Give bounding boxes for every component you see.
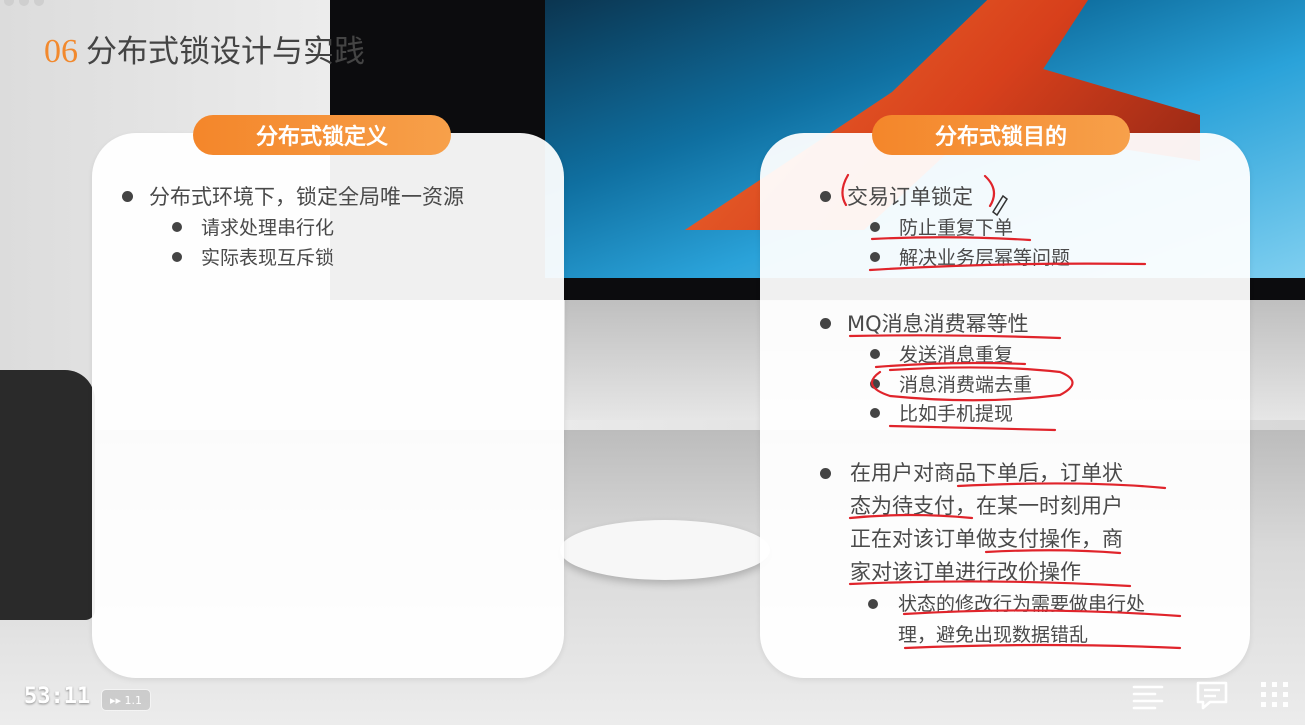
bullet-dot — [870, 221, 880, 232]
bullet-dot — [122, 190, 133, 202]
list-item: 交易订单锁定 — [820, 181, 973, 211]
scenario-sub-paragraph: 状态的修改行为需要做串行处 理，避免出现数据错乱 — [868, 589, 1145, 651]
bullet-dot — [870, 407, 880, 418]
speed-icon: ▸▸ — [109, 693, 125, 707]
playback-speed-button[interactable]: ▸▸ 1.1 — [101, 689, 151, 711]
bullet-dot — [172, 251, 182, 262]
bullet-dot — [172, 221, 182, 232]
scenario-paragraph: 在用户对商品下单后，订单状 态为待支付，在某一时刻用户 正在对该订单做支付操作，… — [820, 457, 1123, 589]
list-item: 请求处理串行化 — [172, 213, 334, 240]
playlist-icon[interactable] — [1131, 678, 1165, 712]
list-item: 解决业务层幂等问题 — [870, 243, 1070, 270]
slide-number: 06 — [44, 33, 78, 70]
bullet-dot — [868, 599, 878, 609]
bullet-dot — [870, 378, 880, 389]
list-item: 分布式环境下，锁定全局唯一资源 — [122, 181, 464, 211]
playback-time: 53:11 — [24, 684, 91, 709]
list-item: 消息消费端去重 — [870, 370, 1032, 397]
bullet-dot — [820, 190, 831, 202]
page-title: 06 分布式锁设计与实践 — [44, 26, 365, 71]
list-item: 防止重复下单 — [870, 213, 1013, 240]
bullet-dot — [870, 251, 880, 262]
purpose-heading: 分布式锁目的 — [872, 115, 1130, 155]
list-item: MQ消息消费幂等性 — [820, 308, 1029, 338]
bullet-dot — [820, 468, 831, 479]
slide-title: 分布式锁设计与实践 — [86, 34, 365, 70]
list-item: 发送消息重复 — [870, 340, 1013, 367]
bullet-dot — [820, 317, 831, 329]
definition-heading: 分布式锁定义 — [193, 115, 451, 155]
grid-menu-icon[interactable] — [1258, 678, 1292, 712]
window-controls — [4, 0, 44, 6]
list-item: 比如手机提现 — [870, 399, 1013, 426]
comment-icon[interactable] — [1195, 678, 1229, 712]
list-item: 实际表现互斥锁 — [172, 243, 334, 270]
bullet-dot — [870, 348, 880, 359]
